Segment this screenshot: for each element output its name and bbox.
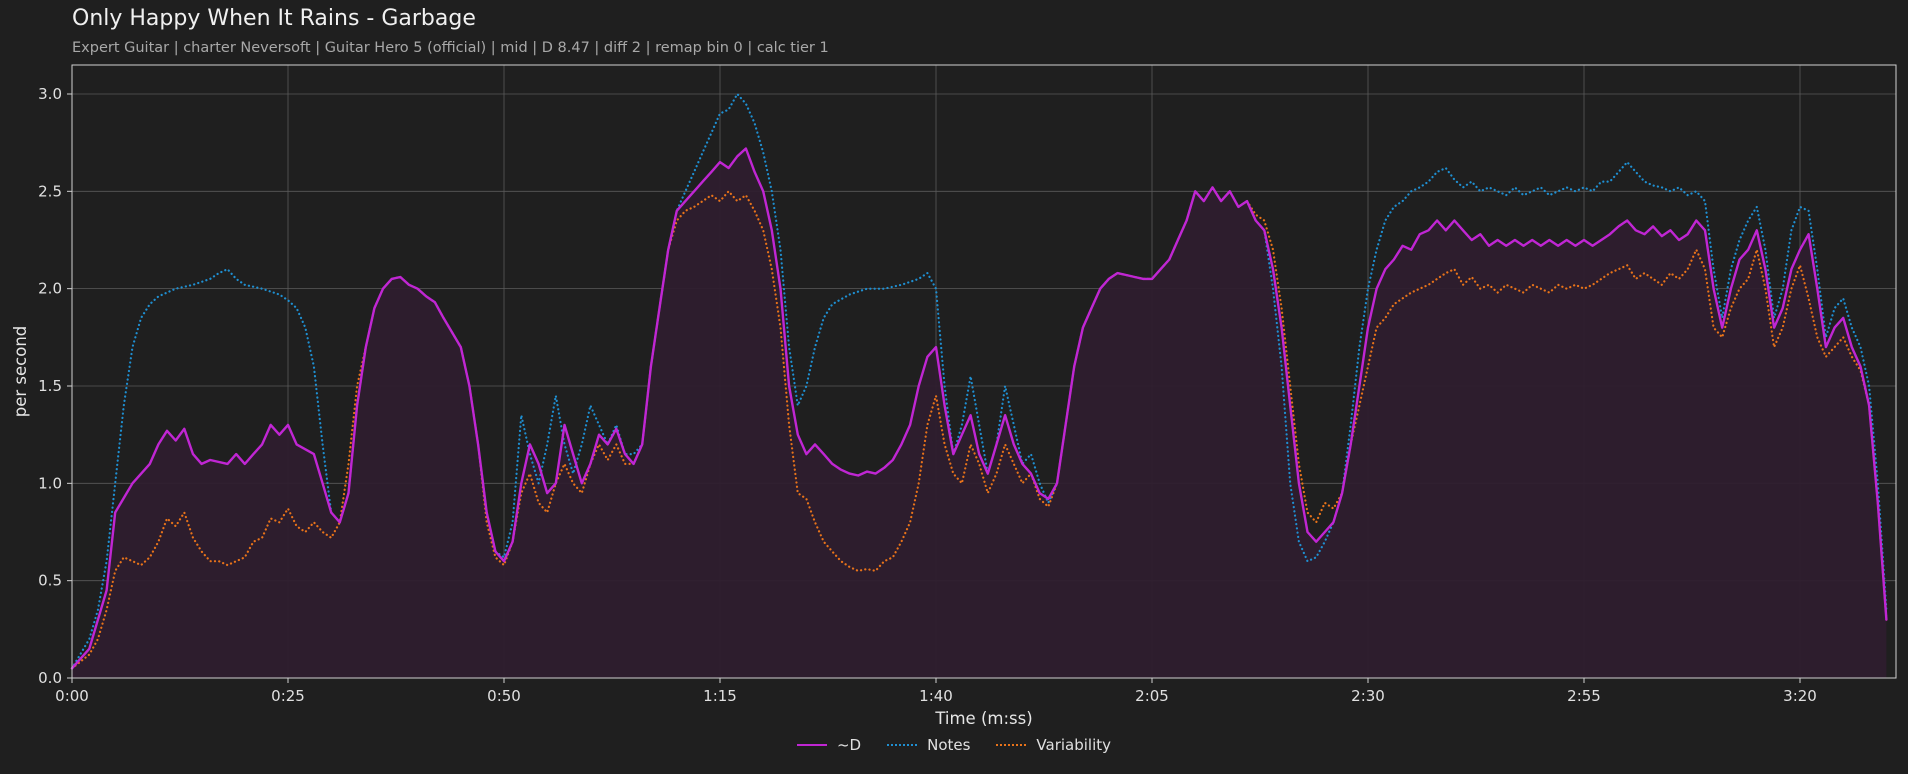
y-tick-label-3: 1.5: [38, 377, 62, 395]
y-tick-label-2: 1.0: [38, 474, 62, 492]
area-fill: [72, 148, 1887, 678]
x-tick-label-2: 0:50: [487, 687, 521, 705]
y-tick-label-0: 0.0: [38, 669, 62, 687]
x-tick-label-3: 1:15: [703, 687, 737, 705]
x-tick-label-1: 0:25: [271, 687, 305, 705]
legend-label-variability: Variability: [1036, 736, 1112, 754]
y-tick-label-4: 2.0: [38, 280, 62, 298]
legend: ~D Notes Variability: [0, 736, 1908, 754]
x-tick-label-6: 2:30: [1351, 687, 1385, 705]
y-tick-label-6: 3.0: [38, 85, 62, 103]
legend-swatch-variability: [996, 744, 1027, 746]
legend-label-d: ~D: [836, 736, 862, 754]
legend-item-d: ~D: [796, 736, 862, 754]
legend-swatch-notes: [887, 744, 918, 746]
y-tick-label-5: 2.5: [38, 182, 62, 200]
legend-label-notes: Notes: [927, 736, 971, 754]
series-d-fill: [72, 148, 1887, 678]
y-axis-label: per second: [11, 326, 30, 418]
chart-plot: 0:00 0:25 0:50 1:15 1:40 2:05 2:30 2:55 3:20 0.0 0…: [11, 64, 1897, 728]
x-tick-label-7: 2:55: [1567, 687, 1601, 705]
x-tick-label-5: 2:05: [1135, 687, 1169, 705]
x-axis-label: Time (m:ss): [934, 709, 1032, 728]
x-tick-label-4: 1:40: [919, 687, 953, 705]
x-tick-label-0: 0:00: [55, 687, 89, 705]
x-tick-label-8: 3:20: [1783, 687, 1817, 705]
legend-item-notes: Notes: [887, 736, 970, 754]
legend-item-variability: Variability: [996, 736, 1111, 754]
legend-swatch-d: [796, 744, 827, 746]
y-tick-label-1: 0.5: [38, 572, 62, 590]
